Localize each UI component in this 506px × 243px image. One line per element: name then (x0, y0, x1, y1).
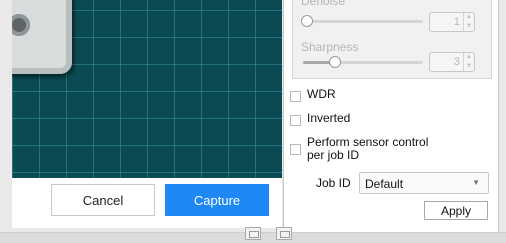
status-bar (0, 227, 506, 243)
settings-panel: Denoise 1 ▲ ▼ Sharpness 3 ▲ ▼ WDR Invert… (283, 0, 499, 233)
view-toggle-icon[interactable] (276, 227, 292, 240)
sharpness-value: 3 (453, 56, 460, 68)
sharpness-label: Sharpness (301, 40, 359, 54)
dropdown-caret-icon[interactable]: ▼ (472, 178, 480, 187)
sensor-control-label: Perform sensor control per job ID (307, 135, 429, 162)
sharpness-slider-thumb[interactable] (329, 56, 341, 68)
denoise-spinbox[interactable]: 1 ▲ ▼ (429, 12, 475, 32)
denoise-slider[interactable] (301, 15, 423, 27)
denoise-spin-arrows[interactable]: ▲ ▼ (463, 13, 474, 31)
apply-button[interactable]: Apply (424, 201, 488, 220)
capture-action-bar: Cancel Capture (12, 178, 282, 228)
inverted-label: Inverted (307, 111, 351, 125)
denoise-label: Denoise (301, 0, 346, 8)
job-id-select[interactable]: Default ▼ (359, 172, 489, 194)
spin-up-icon[interactable]: ▲ (464, 53, 474, 62)
capture-button[interactable]: Capture (165, 184, 269, 216)
inverted-checkbox[interactable] (290, 115, 301, 126)
denoise-value: 1 (453, 16, 460, 28)
wdr-checkbox-row[interactable]: WDR (290, 88, 336, 102)
cancel-button[interactable]: Cancel (51, 184, 155, 216)
wdr-label: WDR (307, 87, 336, 101)
view-toggle-icon[interactable] (245, 227, 261, 240)
sharpness-spinbox[interactable]: 3 ▲ ▼ (429, 52, 475, 72)
spin-down-icon[interactable]: ▼ (464, 22, 474, 31)
camera-preview (12, 0, 282, 178)
spin-up-icon[interactable]: ▲ (464, 13, 474, 22)
sharpness-spin-arrows[interactable]: ▲ ▼ (463, 53, 474, 71)
inverted-checkbox-row[interactable]: Inverted (290, 112, 350, 126)
spin-down-icon[interactable]: ▼ (464, 62, 474, 71)
sensor-control-checkbox-row[interactable]: Perform sensor control per job ID (290, 136, 440, 162)
job-id-selected-value: Default (365, 177, 404, 191)
job-id-label: Job ID (316, 176, 351, 190)
workpiece-hole (12, 14, 30, 36)
wdr-checkbox[interactable] (290, 91, 301, 102)
sharpness-slider[interactable] (303, 56, 423, 68)
sensor-control-checkbox[interactable] (290, 144, 301, 155)
image-adjust-group: Denoise 1 ▲ ▼ Sharpness 3 ▲ ▼ (292, 0, 492, 79)
denoise-slider-thumb[interactable] (301, 15, 313, 27)
workpiece-image (12, 0, 72, 74)
